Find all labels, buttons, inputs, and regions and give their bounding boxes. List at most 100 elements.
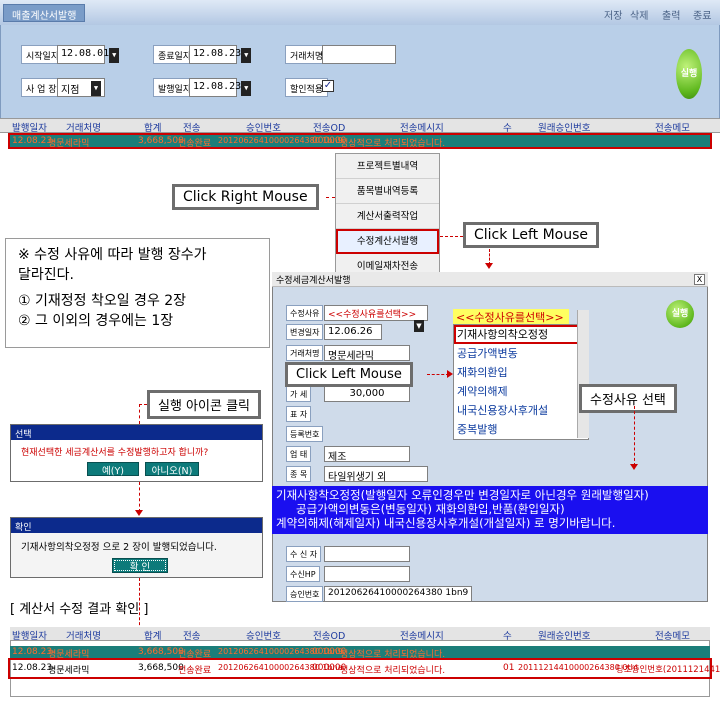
table-row[interactable]: 12.08.23 명문세라믹 3,668,500 전송완료 2012062641… bbox=[10, 646, 710, 660]
connector bbox=[427, 374, 449, 375]
banner-line: 공급가액의변동은(변동일자) 재화의환입,반품(환입일자) bbox=[296, 502, 565, 516]
reason-select[interactable]: <<수정사유를선택>> ▼ bbox=[324, 305, 428, 332]
cell-buyer: 명문세라믹 bbox=[48, 666, 90, 676]
connector bbox=[139, 482, 140, 512]
cell-date: 12.08.23 bbox=[12, 663, 53, 673]
cell-date: 12.08.23 bbox=[12, 647, 53, 657]
execute-button[interactable]: 실행 bbox=[676, 49, 702, 99]
col-send-od: 전송OD bbox=[313, 123, 346, 134]
info-banner: 기재사항착오정정(발행일자 오류인경우만 변경일자로 아닌경우 원래발행일자) … bbox=[272, 486, 708, 534]
list-item[interactable]: 기재사항의착오정정 bbox=[454, 325, 588, 344]
table-row[interactable]: 12.08.23 명문세라믹 3,668,500 전송완료 2012062641… bbox=[8, 658, 720, 679]
grid-header: 발행일자 거래처명 합계 전송 승인번호 전송OD 전송메시지 수 원래승인번호… bbox=[0, 119, 720, 134]
end-date-field[interactable]: 12.08.23 ▼ bbox=[189, 45, 252, 64]
banner-line: 기재사항착오정정(발행일자 오류인경우만 변경일자로 아닌경우 원래발행일자) bbox=[276, 488, 649, 502]
receiver-label: 수 신 자 bbox=[286, 546, 322, 562]
connector bbox=[139, 404, 147, 405]
chevron-down-icon[interactable]: ▼ bbox=[109, 48, 120, 63]
reason-list[interactable]: 기재사항의착오정정 공급가액변동 재화의환입 계약의해제 내국신용장사후개설 중… bbox=[453, 324, 589, 440]
sub-buyer-label: 거래처명 bbox=[286, 345, 324, 361]
delete-button[interactable]: 삭제 bbox=[630, 7, 648, 22]
menu-item-project[interactable]: 프로젝트별내역 bbox=[336, 154, 439, 179]
price-input[interactable]: 30,000 bbox=[324, 386, 410, 402]
chevron-down-icon[interactable]: ▼ bbox=[241, 81, 252, 96]
sub-buyer-input[interactable]: 명문세라믹 bbox=[324, 345, 410, 362]
col-count: 수 bbox=[503, 123, 512, 134]
callout-left-click-2: Click Left Mouse bbox=[285, 362, 413, 387]
hp-label: 수신HP bbox=[286, 566, 320, 582]
site-value: 지점 bbox=[61, 85, 80, 96]
callout-right-click: Click Right Mouse bbox=[172, 184, 319, 210]
ceo-label: 표 자 bbox=[286, 406, 312, 422]
receiver-input[interactable] bbox=[324, 546, 410, 562]
biz-type-input[interactable]: 제조 bbox=[324, 446, 410, 463]
discount-checkbox[interactable]: ✓ bbox=[322, 80, 334, 92]
note-box: ※ 수정 사유에 따라 발행 장수가 달라진다. ① 기재정정 착오일 경우 2… bbox=[5, 238, 270, 348]
callout-reason-select: 수정사유 선택 bbox=[579, 384, 677, 413]
issue-date-field[interactable]: 12.08.23 ▼ bbox=[189, 78, 252, 97]
list-item[interactable]: 공급가액변동 bbox=[454, 344, 588, 363]
col-send: 전송 bbox=[183, 631, 201, 642]
col-approval: 승인번호 bbox=[246, 123, 281, 134]
no-button[interactable]: 아니오(N) bbox=[145, 462, 199, 477]
reason-label: 수정사유 bbox=[286, 305, 324, 321]
close-button[interactable]: 종료 bbox=[693, 7, 711, 22]
cell-status: 전송완료 bbox=[178, 139, 212, 149]
col-memo: 전송메모 bbox=[655, 123, 690, 134]
sub-title: 수정세금계산서발행 bbox=[276, 276, 351, 286]
cell-count: 01 bbox=[503, 663, 515, 673]
callout-exec-click: 실행 아이콘 클릭 bbox=[147, 390, 261, 419]
col-orig-approval: 원래승인번호 bbox=[538, 123, 591, 134]
tab-invoice[interactable]: 매출계산서발행 bbox=[3, 4, 86, 22]
chevron-down-icon[interactable]: ▼ bbox=[241, 48, 252, 63]
dialog-title: 선택 bbox=[11, 425, 262, 440]
col-message: 전송메시지 bbox=[400, 631, 444, 642]
chevron-down-icon[interactable]: ▼ bbox=[91, 81, 101, 96]
chevron-down-icon[interactable]: ▼ bbox=[414, 320, 424, 332]
cell-sum: 3,668,500 bbox=[138, 136, 184, 146]
cell-buyer: 명문세라믹 bbox=[48, 139, 90, 149]
callout-left-click: Click Left Mouse bbox=[463, 222, 600, 248]
col-buyer: 거래처명 bbox=[66, 631, 101, 642]
start-date-field[interactable]: 12.08.01 ▼ bbox=[57, 45, 120, 64]
dialog-message: 현재선택한 세금계산서를 수정발행하고자 합니까? bbox=[21, 448, 209, 458]
change-date-input[interactable]: 12.06.26 bbox=[324, 324, 382, 340]
menu-item-print[interactable]: 계산서출력작업 bbox=[336, 204, 439, 229]
col-sum: 합계 bbox=[144, 631, 162, 642]
list-item[interactable]: 내국신용장사후개설 bbox=[454, 401, 588, 420]
list-item[interactable]: 계약의해제 bbox=[454, 382, 588, 401]
yes-button[interactable]: 예(Y) bbox=[87, 462, 139, 477]
biz-type-label: 업 태 bbox=[286, 446, 312, 462]
col-send: 전송 bbox=[183, 123, 201, 134]
menu-item-modify-invoice[interactable]: 수정계산서발행 bbox=[336, 229, 439, 254]
dialog-title: 확인 bbox=[11, 518, 262, 533]
sub-approval-input[interactable]: 20120626410000264380 1bn9 bbox=[324, 586, 472, 602]
reason-list-header[interactable]: <<수정사유를선택>> bbox=[453, 309, 569, 324]
item-input[interactable]: 타일위생기 외 bbox=[324, 466, 428, 483]
list-item[interactable]: 재화의환입 bbox=[454, 363, 588, 382]
col-date: 발행일자 bbox=[12, 631, 47, 642]
print-button[interactable]: 출력 bbox=[662, 7, 680, 22]
cell-message: 정상적으로 처리되었습니다. bbox=[340, 650, 446, 660]
list-scrollbar[interactable] bbox=[577, 310, 589, 438]
close-icon[interactable]: X bbox=[694, 274, 705, 285]
list-item[interactable]: 중복발행 bbox=[454, 420, 588, 439]
connector bbox=[326, 197, 335, 198]
site-select[interactable]: 지점 ▼ bbox=[57, 78, 105, 97]
hp-input[interactable] bbox=[324, 566, 410, 582]
sub-execute-button[interactable]: 실행 bbox=[666, 300, 694, 328]
ok-button[interactable]: 확 인 bbox=[112, 558, 168, 573]
buyer-input[interactable] bbox=[322, 45, 396, 64]
issue-date-value: 12.08.23 bbox=[193, 81, 242, 92]
cell-sum: 3,668,500 bbox=[138, 663, 184, 673]
menu-item-item-register[interactable]: 품목별내역등록 bbox=[336, 179, 439, 204]
note-line: ※ 수정 사유에 따라 발행 장수가 bbox=[18, 247, 207, 263]
note-line: ① 기재정정 착오일 경우 2장 bbox=[18, 293, 187, 309]
end-date-value: 12.08.23 bbox=[193, 48, 242, 59]
save-button[interactable]: 저장 bbox=[604, 7, 622, 22]
connector bbox=[440, 236, 463, 237]
table-row[interactable]: 12.08.23 명문세라믹 3,668,500 전송완료 2012062641… bbox=[8, 133, 712, 149]
sub-title-bar: 수정세금계산서발행 bbox=[272, 272, 708, 287]
change-date-label: 변경일자 bbox=[286, 324, 324, 340]
col-count: 수 bbox=[503, 631, 512, 642]
